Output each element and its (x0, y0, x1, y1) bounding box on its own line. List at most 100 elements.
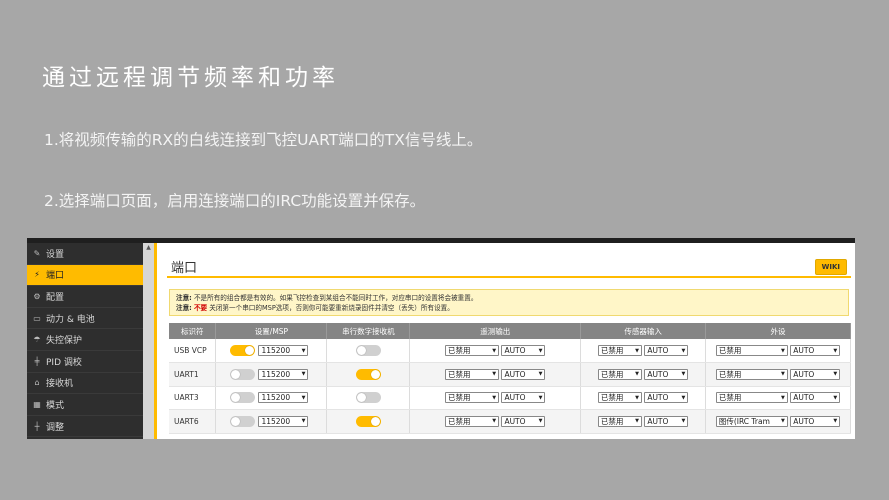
serial-rx-toggle[interactable] (355, 415, 381, 427)
select-value: AUTO (793, 416, 815, 426)
msp-baud-select[interactable]: 115200 ▼ (258, 368, 309, 380)
page-title: 端口 (171, 261, 198, 276)
slide-title: 通过远程调节频率和功率 (42, 65, 339, 91)
select-value: 已禁用 (600, 416, 624, 426)
notice-warning: 不要 (193, 304, 208, 312)
wiki-button[interactable]: WIKI (814, 259, 847, 275)
msp-baud-select[interactable]: 115200 ▼ (258, 345, 309, 356)
peripheral-select[interactable]: 已禁用 ▼ (715, 368, 788, 380)
chevron-down-icon: ▼ (492, 394, 497, 401)
sidebar-item-ports[interactable]: ⚡ 端口 (27, 264, 143, 287)
sidebar-scrollbar[interactable]: ▲ (143, 243, 154, 439)
telemetry-cell: 已禁用 ▼ AUTO ▼ (409, 386, 582, 410)
select-value: 已禁用 (600, 346, 624, 355)
parachute-icon: ☂ (33, 335, 41, 345)
sensor-select[interactable]: 已禁用 ▼ (597, 368, 642, 380)
sensor-input-cell: 已禁用 ▼ AUTO ▼ (580, 362, 707, 387)
telemetry-cell: 已禁用 ▼ AUTO ▼ (409, 409, 582, 434)
msp-toggle[interactable] (230, 415, 256, 427)
col-serial-rx: 串行数字接收机 (326, 323, 411, 339)
serial-rx-cell (326, 362, 411, 387)
peripheral-baud-select[interactable]: AUTO ▼ (790, 392, 841, 404)
select-value: AUTO (504, 369, 526, 379)
chevron-down-icon: ▼ (635, 347, 639, 354)
sensor-baud-select[interactable]: AUTO ▼ (644, 345, 689, 356)
select-value: AUTO (793, 346, 815, 355)
select-value: 图传(IRC Tram (718, 416, 770, 426)
msp-baud-select[interactable]: 115200 ▼ (258, 415, 309, 427)
sensor-select[interactable]: 已禁用 ▼ (597, 415, 642, 427)
telemetry-select[interactable]: 已禁用 ▼ (445, 368, 500, 380)
peripheral-baud-select[interactable]: AUTO ▼ (790, 368, 841, 380)
peripheral-select[interactable]: 图传(IRC Tram ▼ (715, 415, 788, 427)
chevron-down-icon: ▼ (301, 418, 306, 425)
receiver-icon: ⌂ (34, 378, 40, 388)
peripheral-baud-select[interactable]: AUTO ▼ (790, 345, 841, 356)
chevron-down-icon: ▼ (538, 371, 543, 378)
chevron-down-icon: ▼ (681, 418, 686, 425)
sensor-select[interactable]: 已禁用 ▼ (597, 392, 642, 404)
peripheral-select[interactable]: 已禁用 ▼ (715, 345, 788, 356)
select-value: AUTO (647, 369, 669, 379)
select-value: 115200 (261, 346, 291, 355)
select-value: AUTO (793, 393, 815, 403)
sensor-input-cell: 已禁用 ▼ AUTO ▼ (580, 409, 707, 434)
table-header-row: 标识符 设置/MSP 串行数字接收机 遥测输出 传感器输入 外设 (169, 323, 851, 339)
sidebar-item-modes[interactable]: ▦ 模式 (27, 394, 143, 416)
serial-rx-toggle[interactable] (355, 368, 381, 380)
telemetry-select[interactable]: 已禁用 ▼ (445, 415, 500, 427)
chevron-down-icon: ▼ (301, 371, 306, 378)
sensor-baud-select[interactable]: AUTO ▼ (644, 392, 689, 404)
msp-cell: 115200 ▼ (215, 362, 328, 387)
sidebar-item-pid-tuning[interactable]: ╪ PID 调校 (27, 351, 143, 373)
serial-rx-toggle[interactable] (355, 392, 381, 404)
telemetry-baud-select[interactable]: AUTO ▼ (501, 392, 546, 404)
sidebar-item-configuration[interactable]: ⚙ 配置 (27, 286, 143, 308)
telemetry-select[interactable]: 已禁用 ▼ (445, 392, 500, 404)
wrench-icon: ✎ (33, 248, 41, 258)
msp-baud-select[interactable]: 115200 ▼ (258, 392, 309, 404)
sensor-baud-select[interactable]: AUTO ▼ (644, 415, 689, 427)
select-value: 115200 (261, 416, 291, 426)
table-row: USB VCP 115200 ▼ 已禁用 ▼ AUTO ▼ 已禁用 ▼ AUTO ▼ 已禁用 ▼ A… (169, 339, 851, 363)
telemetry-baud-select[interactable]: AUTO ▼ (501, 415, 546, 427)
sensor-input-cell: 已禁用 ▼ AUTO ▼ (580, 386, 707, 410)
notice-key: 注意: (176, 294, 192, 302)
chevron-down-icon: ▼ (833, 418, 838, 425)
telemetry-cell: 已禁用 ▼ AUTO ▼ (409, 339, 582, 363)
sensor-baud-select[interactable]: AUTO ▼ (644, 368, 689, 380)
serial-rx-toggle[interactable] (355, 345, 381, 356)
notice-key: 注意: (176, 304, 192, 312)
sidebar-item-label: 端口 (46, 271, 65, 282)
peripherals-cell: 已禁用 ▼ AUTO ▼ (705, 386, 851, 410)
select-value: AUTO (647, 393, 669, 403)
chevron-down-icon: ▼ (492, 418, 497, 425)
sidebar: ✎ 设置 ⚡ 端口 ⚙ 配置 ▭ 动力 & 电池 ☂ 失控保护 ╪ PID 调校 ⌂ 接收机 … (27, 243, 143, 439)
col-peripherals: 外设 (705, 323, 851, 339)
chevron-down-icon: ▼ (538, 394, 543, 401)
sidebar-item-power-battery[interactable]: ▭ 动力 & 电池 (27, 308, 143, 330)
peripheral-baud-select[interactable]: AUTO ▼ (790, 415, 841, 427)
adjust-icon: ┼ (34, 421, 40, 431)
sliders-icon: ╪ (34, 356, 40, 366)
select-value: 已禁用 (448, 416, 471, 426)
select-value: AUTO (504, 416, 526, 426)
msp-toggle[interactable] (230, 368, 256, 380)
col-telemetry: 遥测输出 (409, 323, 582, 339)
msp-toggle[interactable] (230, 345, 256, 356)
sidebar-item-setup[interactable]: ✎ 设置 (27, 243, 143, 265)
peripheral-select[interactable]: 已禁用 ▼ (715, 392, 788, 404)
port-identifier: UART3 (169, 386, 217, 410)
telemetry-baud-select[interactable]: AUTO ▼ (501, 368, 546, 380)
sidebar-item-adjustments[interactable]: ┼ 调整 (27, 416, 143, 438)
ports-table: 标识符 设置/MSP 串行数字接收机 遥测输出 传感器输入 外设 USB VCP… (169, 323, 851, 434)
scroll-up-icon[interactable]: ▲ (143, 243, 154, 252)
msp-toggle[interactable] (230, 392, 256, 404)
msp-cell: 115200 ▼ (215, 339, 328, 363)
sidebar-item-receiver[interactable]: ⌂ 接收机 (27, 373, 143, 395)
sensor-select[interactable]: 已禁用 ▼ (597, 345, 642, 356)
telemetry-baud-select[interactable]: AUTO ▼ (501, 345, 546, 356)
telemetry-select[interactable]: 已禁用 ▼ (445, 345, 500, 356)
peripherals-cell: 图传(IRC Tram ▼ AUTO ▼ (705, 409, 851, 434)
sidebar-item-failsafe[interactable]: ☂ 失控保护 (27, 329, 143, 351)
